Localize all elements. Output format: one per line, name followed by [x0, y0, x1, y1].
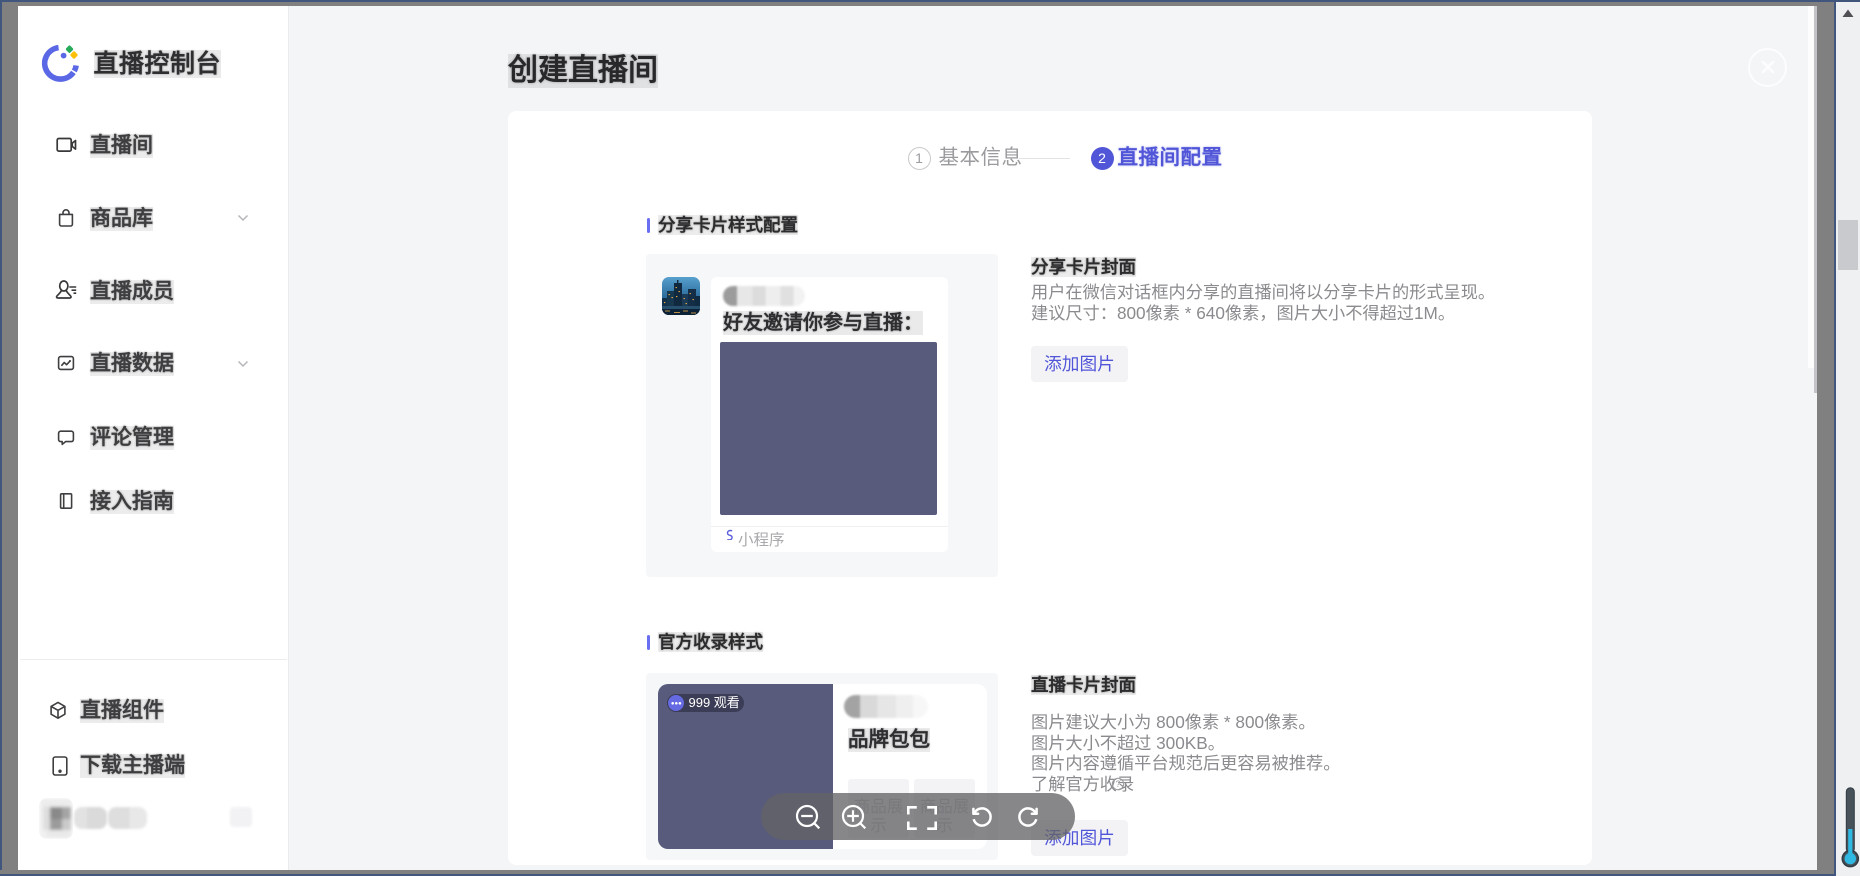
svg-text:?: ?: [1115, 779, 1120, 789]
